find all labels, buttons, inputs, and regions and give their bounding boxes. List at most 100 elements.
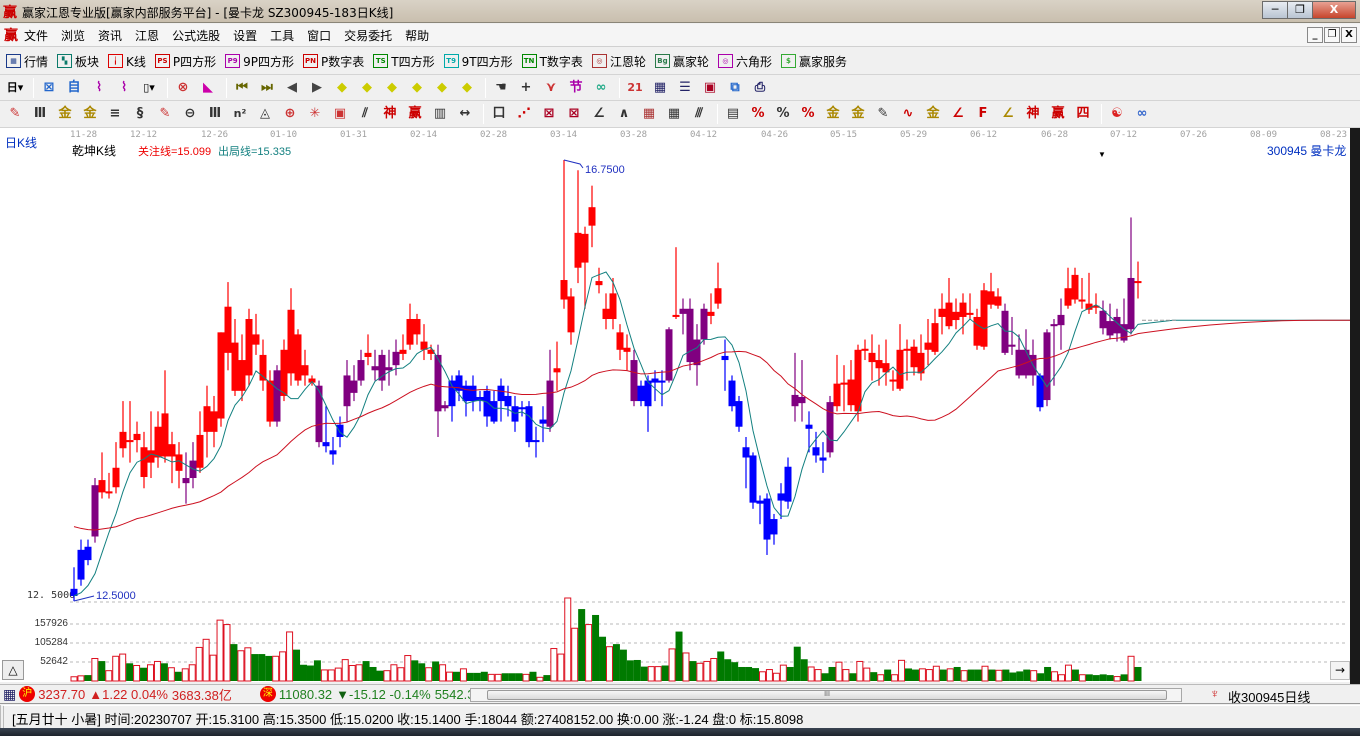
gold-bar-icon[interactable]: 金 xyxy=(924,105,942,123)
gold-circle-icon[interactable]: 金 xyxy=(824,105,842,123)
collapse-button[interactable]: △ xyxy=(2,660,24,680)
toolbar-button-blocks[interactable]: ▚ 板块 xyxy=(57,53,99,70)
toolbar-button-ts[interactable]: TS T四方形 xyxy=(373,53,435,70)
infinity-icon[interactable]: ∞ xyxy=(1133,105,1151,123)
hand-icon[interactable]: ☚ xyxy=(492,79,510,97)
n2-icon[interactable]: n² xyxy=(231,105,249,123)
network-icon[interactable]: ⧉ xyxy=(726,79,744,97)
quote-table-icon[interactable]: ▦ xyxy=(3,686,16,703)
menu-item-0[interactable]: 文件 xyxy=(24,27,48,44)
calculator-icon[interactable]: ▦ xyxy=(651,79,669,97)
shen-icon[interactable]: 神 xyxy=(381,105,399,123)
shen-angle-icon[interactable]: 神 xyxy=(1024,105,1042,123)
zoom-in-icon[interactable]: ◆ xyxy=(433,79,451,97)
toolbar-button-gann-wheel[interactable]: ◎ 江恩轮 xyxy=(591,53,646,70)
toolbar-button-tn[interactable]: TN T数字表 xyxy=(521,53,583,70)
flag-icon[interactable]: ◣ xyxy=(199,79,217,97)
percent-lines-icon[interactable]: % xyxy=(799,105,817,123)
circle-icon[interactable]: ⊖ xyxy=(181,105,199,123)
box-fan2-icon[interactable]: ⊠ xyxy=(565,105,583,123)
f-angle-icon[interactable]: F xyxy=(974,105,992,123)
mdi-restore-button[interactable]: ❐ xyxy=(1324,27,1340,43)
ying-icon[interactable]: 赢 xyxy=(406,105,424,123)
cycle-icon[interactable]: ∞ xyxy=(592,79,610,97)
box-icon[interactable]: 口 xyxy=(490,105,508,123)
maximize-button[interactable]: ❐ xyxy=(1287,1,1313,19)
grid-box2-icon[interactable]: ▦ xyxy=(665,105,683,123)
scrollbar-thumb[interactable]: III xyxy=(487,690,1167,700)
gold-split-icon[interactable]: 金 xyxy=(56,105,74,123)
close-button[interactable]: X xyxy=(1312,1,1356,19)
grid-off-icon[interactable]: ⊗ xyxy=(174,79,192,97)
wave9-icon[interactable]: ⌇ xyxy=(115,79,133,97)
parallel-lines-icon[interactable]: Ⅲ xyxy=(31,105,49,123)
next-icon[interactable]: ▶ xyxy=(308,79,326,97)
move-left-icon[interactable]: ◆ xyxy=(333,79,351,97)
j-angle-icon[interactable]: ∠ xyxy=(949,105,967,123)
pen3-icon[interactable]: ✎ xyxy=(874,105,892,123)
slash-lines-icon[interactable]: ⫻ xyxy=(690,105,708,123)
menu-item-3[interactable]: 江恩 xyxy=(135,27,159,44)
save-icon[interactable]: ▣ xyxy=(701,79,719,97)
bar-type-icon[interactable]: ▯▾ xyxy=(140,79,158,97)
toolbar-button-hexagon[interactable]: ◎ 六角形 xyxy=(717,53,772,70)
toolbar-button-t9[interactable]: T9 9T四方形 xyxy=(443,53,513,70)
angle-icon[interactable]: ∠ xyxy=(590,105,608,123)
move-right-icon[interactable]: ◆ xyxy=(358,79,376,97)
channel-icon[interactable]: Ⅲ xyxy=(206,105,224,123)
percent-line-icon[interactable]: % xyxy=(749,105,767,123)
prev-icon[interactable]: ◀ xyxy=(283,79,301,97)
table-icon[interactable]: ▤ xyxy=(724,105,742,123)
spiral-icon[interactable]: § xyxy=(131,105,149,123)
grid-box-icon[interactable]: ▦ xyxy=(640,105,658,123)
menu-item-6[interactable]: 工具 xyxy=(270,27,294,44)
draw-line-icon[interactable]: ⋎ xyxy=(542,79,560,97)
toolbar-button-grid[interactable]: ▦ 行情 xyxy=(6,53,48,70)
expand-icon[interactable]: ◆ xyxy=(383,79,401,97)
mdi-close-button[interactable]: X xyxy=(1341,27,1357,43)
gold-split2-icon[interactable]: 金 xyxy=(81,105,99,123)
toolbar-button-dollar[interactable]: $ 赢家服务 xyxy=(780,53,847,70)
pen2-icon[interactable]: ✎ xyxy=(156,105,174,123)
kline-chart[interactable]: 11-28 12-12 12-26 01-10 01-31 02-14 02-28 03-14… xyxy=(0,128,1350,682)
period-select[interactable]: 日▾ xyxy=(6,79,24,97)
minimize-button[interactable]: ─ xyxy=(1262,1,1288,19)
print-icon[interactable]: ⎙ xyxy=(751,79,769,97)
menu-item-7[interactable]: 窗口 xyxy=(307,27,331,44)
last-icon[interactable]: ⏭ xyxy=(258,79,276,97)
horizontal-scrollbar[interactable]: III xyxy=(470,688,1182,702)
square-icon[interactable]: ▣ xyxy=(331,105,349,123)
zoom-out-icon[interactable]: ◆ xyxy=(458,79,476,97)
menu-item-8[interactable]: 交易委托 xyxy=(344,27,392,44)
self-select-icon[interactable]: 自 xyxy=(65,79,83,97)
red-fan-icon[interactable]: ⋰ xyxy=(515,105,533,123)
four-angle-icon[interactable]: 四 xyxy=(1074,105,1092,123)
toolbar-button-ps[interactable]: PS P四方形 xyxy=(154,53,216,70)
toolbar-button-candlestick[interactable]: ╽ K线 xyxy=(108,53,146,70)
gold-lines-icon[interactable]: 金 xyxy=(849,105,867,123)
menu-item-2[interactable]: 资讯 xyxy=(98,27,122,44)
fib-lines-icon[interactable]: ≡ xyxy=(106,105,124,123)
zoom-chart-icon[interactable]: ⊠ xyxy=(40,79,58,97)
scroll-right-button[interactable]: → xyxy=(1330,661,1350,680)
calendar-icon[interactable]: 21 xyxy=(626,79,644,97)
shrink-icon[interactable]: ◆ xyxy=(408,79,426,97)
festival-icon[interactable]: 节 xyxy=(567,79,585,97)
target-icon[interactable]: ⊕ xyxy=(281,105,299,123)
pen-icon[interactable]: ✎ xyxy=(6,105,24,123)
menu-item-1[interactable]: 浏览 xyxy=(61,27,85,44)
star-icon[interactable]: ✳ xyxy=(306,105,324,123)
triangle-icon[interactable]: ◬ xyxy=(256,105,274,123)
crosshair-icon[interactable]: + xyxy=(517,79,535,97)
zigzag-icon[interactable]: ∧ xyxy=(615,105,633,123)
mdi-minimize-button[interactable]: _ xyxy=(1307,27,1323,43)
box-fan-icon[interactable]: ⊠ xyxy=(540,105,558,123)
gold-angle-icon[interactable]: ∠ xyxy=(999,105,1017,123)
ying-angle-icon[interactable]: 赢 xyxy=(1049,105,1067,123)
toolbar-button-p9[interactable]: P9 9P四方形 xyxy=(225,53,294,70)
notes-icon[interactable]: ☰ xyxy=(676,79,694,97)
ruler-icon[interactable]: ▥ xyxy=(431,105,449,123)
toolbar-button-pn[interactable]: PN P数字表 xyxy=(303,53,364,70)
yin-yang-icon[interactable]: ☯ xyxy=(1108,105,1126,123)
percent-icon[interactable]: % xyxy=(774,105,792,123)
